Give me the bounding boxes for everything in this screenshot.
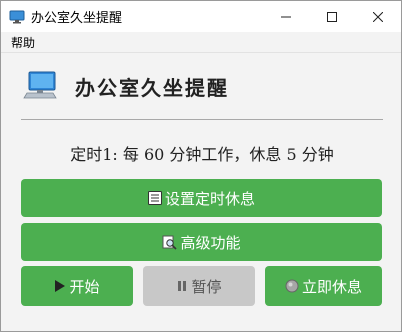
app-header: 办公室久坐提醒 [23, 71, 229, 101]
magnifier-doc-icon [162, 235, 178, 250]
monitor-icon [9, 10, 25, 23]
pause-label: 暂停 [191, 277, 222, 296]
menu-bar: 帮助 [1, 32, 401, 53]
window-controls [263, 1, 401, 32]
pause-button[interactable]: 暂停 [143, 266, 255, 306]
rest-now-label: 立即休息 [301, 277, 362, 296]
start-button[interactable]: 开始 [21, 266, 133, 306]
circle-icon [285, 279, 299, 293]
set-timer-button[interactable]: 设置定时休息 [21, 179, 382, 217]
list-icon [147, 191, 162, 205]
start-label: 开始 [69, 277, 100, 296]
title-bar[interactable]: 办公室久坐提醒 [1, 1, 401, 32]
set-timer-label: 设置定时休息 [164, 189, 255, 208]
play-icon [54, 280, 66, 292]
minimize-button[interactable] [263, 1, 309, 32]
menu-help[interactable]: 帮助 [1, 34, 41, 51]
pause-icon [176, 280, 188, 292]
close-icon [373, 11, 383, 22]
app-window: 办公室久坐提醒 帮助 办公室久坐提醒 定时1: 每 60 分钟工作，休息 5 分… [0, 0, 402, 332]
minimize-icon [281, 16, 291, 17]
rest-now-button[interactable]: 立即休息 [265, 266, 382, 306]
window-title: 办公室久坐提醒 [31, 11, 123, 26]
computer-icon [23, 71, 57, 99]
maximize-button[interactable] [309, 1, 355, 32]
timer-status: 定时1: 每 60 分钟工作，休息 5 分钟 [70, 145, 334, 164]
app-title: 办公室久坐提醒 [75, 75, 229, 100]
close-button[interactable] [355, 1, 401, 32]
divider [21, 119, 383, 120]
main-content: 办公室久坐提醒 定时1: 每 60 分钟工作，休息 5 分钟 设置定时休息 高级… [1, 53, 401, 331]
maximize-icon [327, 11, 337, 22]
advanced-label: 高级功能 [180, 233, 241, 252]
advanced-button[interactable]: 高级功能 [21, 223, 382, 261]
